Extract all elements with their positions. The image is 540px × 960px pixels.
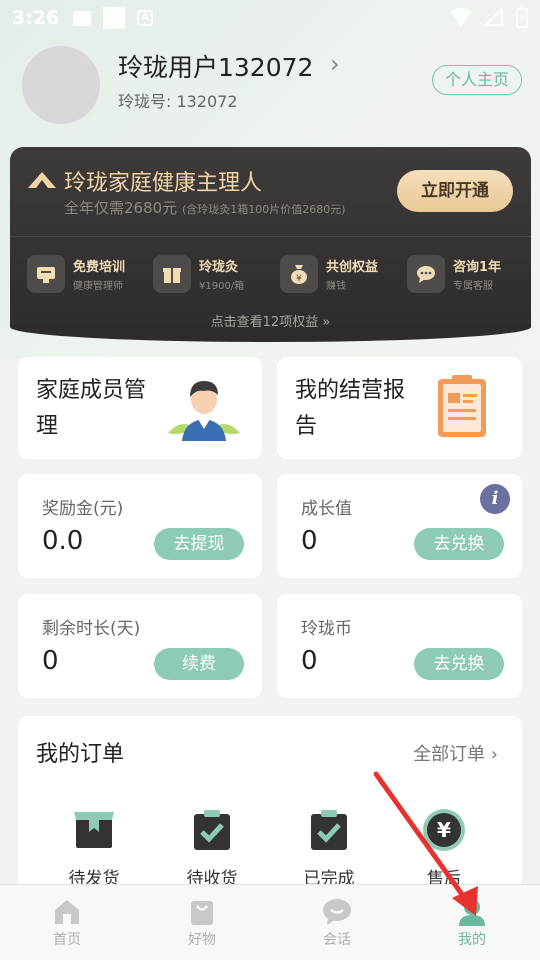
benefit-desc: 健康管理师 (73, 281, 123, 292)
profile-name[interactable]: 玲珑用户132072 (118, 48, 313, 84)
vip-membership-card[interactable]: 玲珑家庭健康主理人 全年仅需2680元 (含玲珑灸1箱100片价值2680元) … (10, 147, 531, 342)
chat-bubble-icon (323, 899, 351, 925)
nav-label: 会话 (323, 932, 351, 948)
nav-label: 我的 (458, 932, 486, 948)
image-notification-icon (73, 10, 92, 26)
benefit-title: 免费培训 (73, 260, 126, 275)
benefit-title: 共创权益 (326, 260, 379, 275)
battery-icon (516, 6, 528, 28)
remaining-days-card: 剩余时长(天) 0 续费 (18, 594, 262, 698)
nav-goods[interactable]: 好物 (152, 897, 252, 949)
nav-mine[interactable]: 我的 (422, 897, 522, 949)
wifi-icon (450, 8, 472, 26)
bonus-value: 0.0 (42, 526, 84, 556)
order-after-sales[interactable]: ¥ 售后 (389, 808, 499, 889)
home-icon (55, 900, 79, 924)
family-members-card[interactable]: 家庭成员管理 (18, 357, 262, 459)
benefit-title: 玲珑灸 (199, 260, 239, 275)
crown-icon (28, 172, 56, 188)
status-time: 3:26 (12, 7, 60, 29)
family-members-label: 家庭成员管理 (36, 378, 147, 439)
personal-homepage-button[interactable]: 个人主页 (432, 65, 522, 95)
benefit-desc: ¥1900/箱 (199, 281, 245, 292)
order-pending-shipment[interactable]: 待发货 (39, 808, 149, 889)
remaining-days-label: 剩余时长(天) (42, 619, 141, 639)
all-orders-link[interactable]: 全部订单 › (413, 740, 498, 766)
shopping-bag-icon (191, 901, 213, 925)
benefit-title: 咨询1年 (453, 260, 502, 275)
nav-label: 好物 (188, 932, 216, 948)
nav-chat[interactable]: 会话 (287, 897, 387, 949)
svg-text:¥: ¥ (296, 274, 302, 284)
vip-price: 全年仅需2680元 (含玲珑灸1箱100片价值2680元) (64, 197, 346, 218)
money-bag-icon: ¥ (280, 255, 318, 293)
coins-card: 玲珑币 0 去兑换 (277, 594, 522, 698)
orders-title: 我的订单 (36, 742, 125, 767)
coins-exchange-button[interactable]: 去兑换 (414, 648, 504, 680)
benefit-desc: 赚钱 (326, 281, 346, 292)
renew-button[interactable]: 续费 (154, 648, 244, 680)
info-icon[interactable]: i (480, 484, 510, 514)
status-bar: 3:26 A (0, 0, 540, 36)
vip-title: 玲珑家庭健康主理人 (64, 171, 263, 196)
open-membership-button[interactable]: 立即开通 (397, 170, 513, 212)
report-icon (438, 375, 486, 437)
app-notification-icon: A (137, 10, 154, 26)
growth-label: 成长值 (301, 499, 352, 519)
box-icon (74, 812, 114, 848)
withdraw-button[interactable]: 去提现 (154, 528, 244, 560)
family-avatar-icon (168, 381, 240, 441)
growth-exchange-button[interactable]: 去兑换 (414, 528, 504, 560)
profile-id: 玲珑号: 132072 (118, 92, 238, 111)
nav-home[interactable]: 首页 (17, 897, 117, 949)
chat-icon (407, 255, 445, 293)
profile-icon (459, 899, 485, 926)
camp-report-label: 我的结营报告 (295, 378, 406, 439)
svg-text:¥: ¥ (437, 818, 451, 842)
growth-card: 成长值 i 0 去兑换 (277, 474, 522, 578)
benefit-desc: 专属客服 (453, 281, 493, 292)
vip-price-text: 全年仅需2680元 (64, 199, 178, 217)
growth-value: 0 (301, 526, 318, 556)
coins-value: 0 (301, 646, 318, 676)
clipboard-check-icon (311, 810, 347, 850)
avatar[interactable] (20, 44, 102, 126)
coins-label: 玲珑币 (301, 619, 352, 639)
training-icon (27, 255, 65, 293)
signal-icon (484, 7, 503, 26)
blank-notification-icon (103, 7, 126, 29)
chevron-right-icon[interactable]: › (330, 50, 340, 78)
nav-label: 首页 (53, 932, 81, 948)
order-completed[interactable]: 已完成 (274, 808, 384, 889)
bonus-label: 奖励金(元) (42, 499, 124, 519)
divider (10, 236, 531, 237)
bonus-card: 奖励金(元) 0.0 去提现 (18, 474, 262, 578)
remaining-days-value: 0 (42, 646, 59, 676)
view-benefits-link[interactable]: 点击查看12项权益 » (10, 311, 531, 330)
clipboard-check-icon (194, 810, 230, 850)
bottom-navigation: 首页 好物 会话 我的 (0, 884, 540, 960)
gift-icon (153, 255, 191, 293)
camp-report-card[interactable]: 我的结营报告 (277, 357, 522, 459)
order-pending-receipt[interactable]: 待收货 (157, 808, 267, 889)
yen-icon: ¥ (423, 809, 465, 851)
vip-price-note: (含玲珑灸1箱100片价值2680元) (181, 203, 346, 216)
